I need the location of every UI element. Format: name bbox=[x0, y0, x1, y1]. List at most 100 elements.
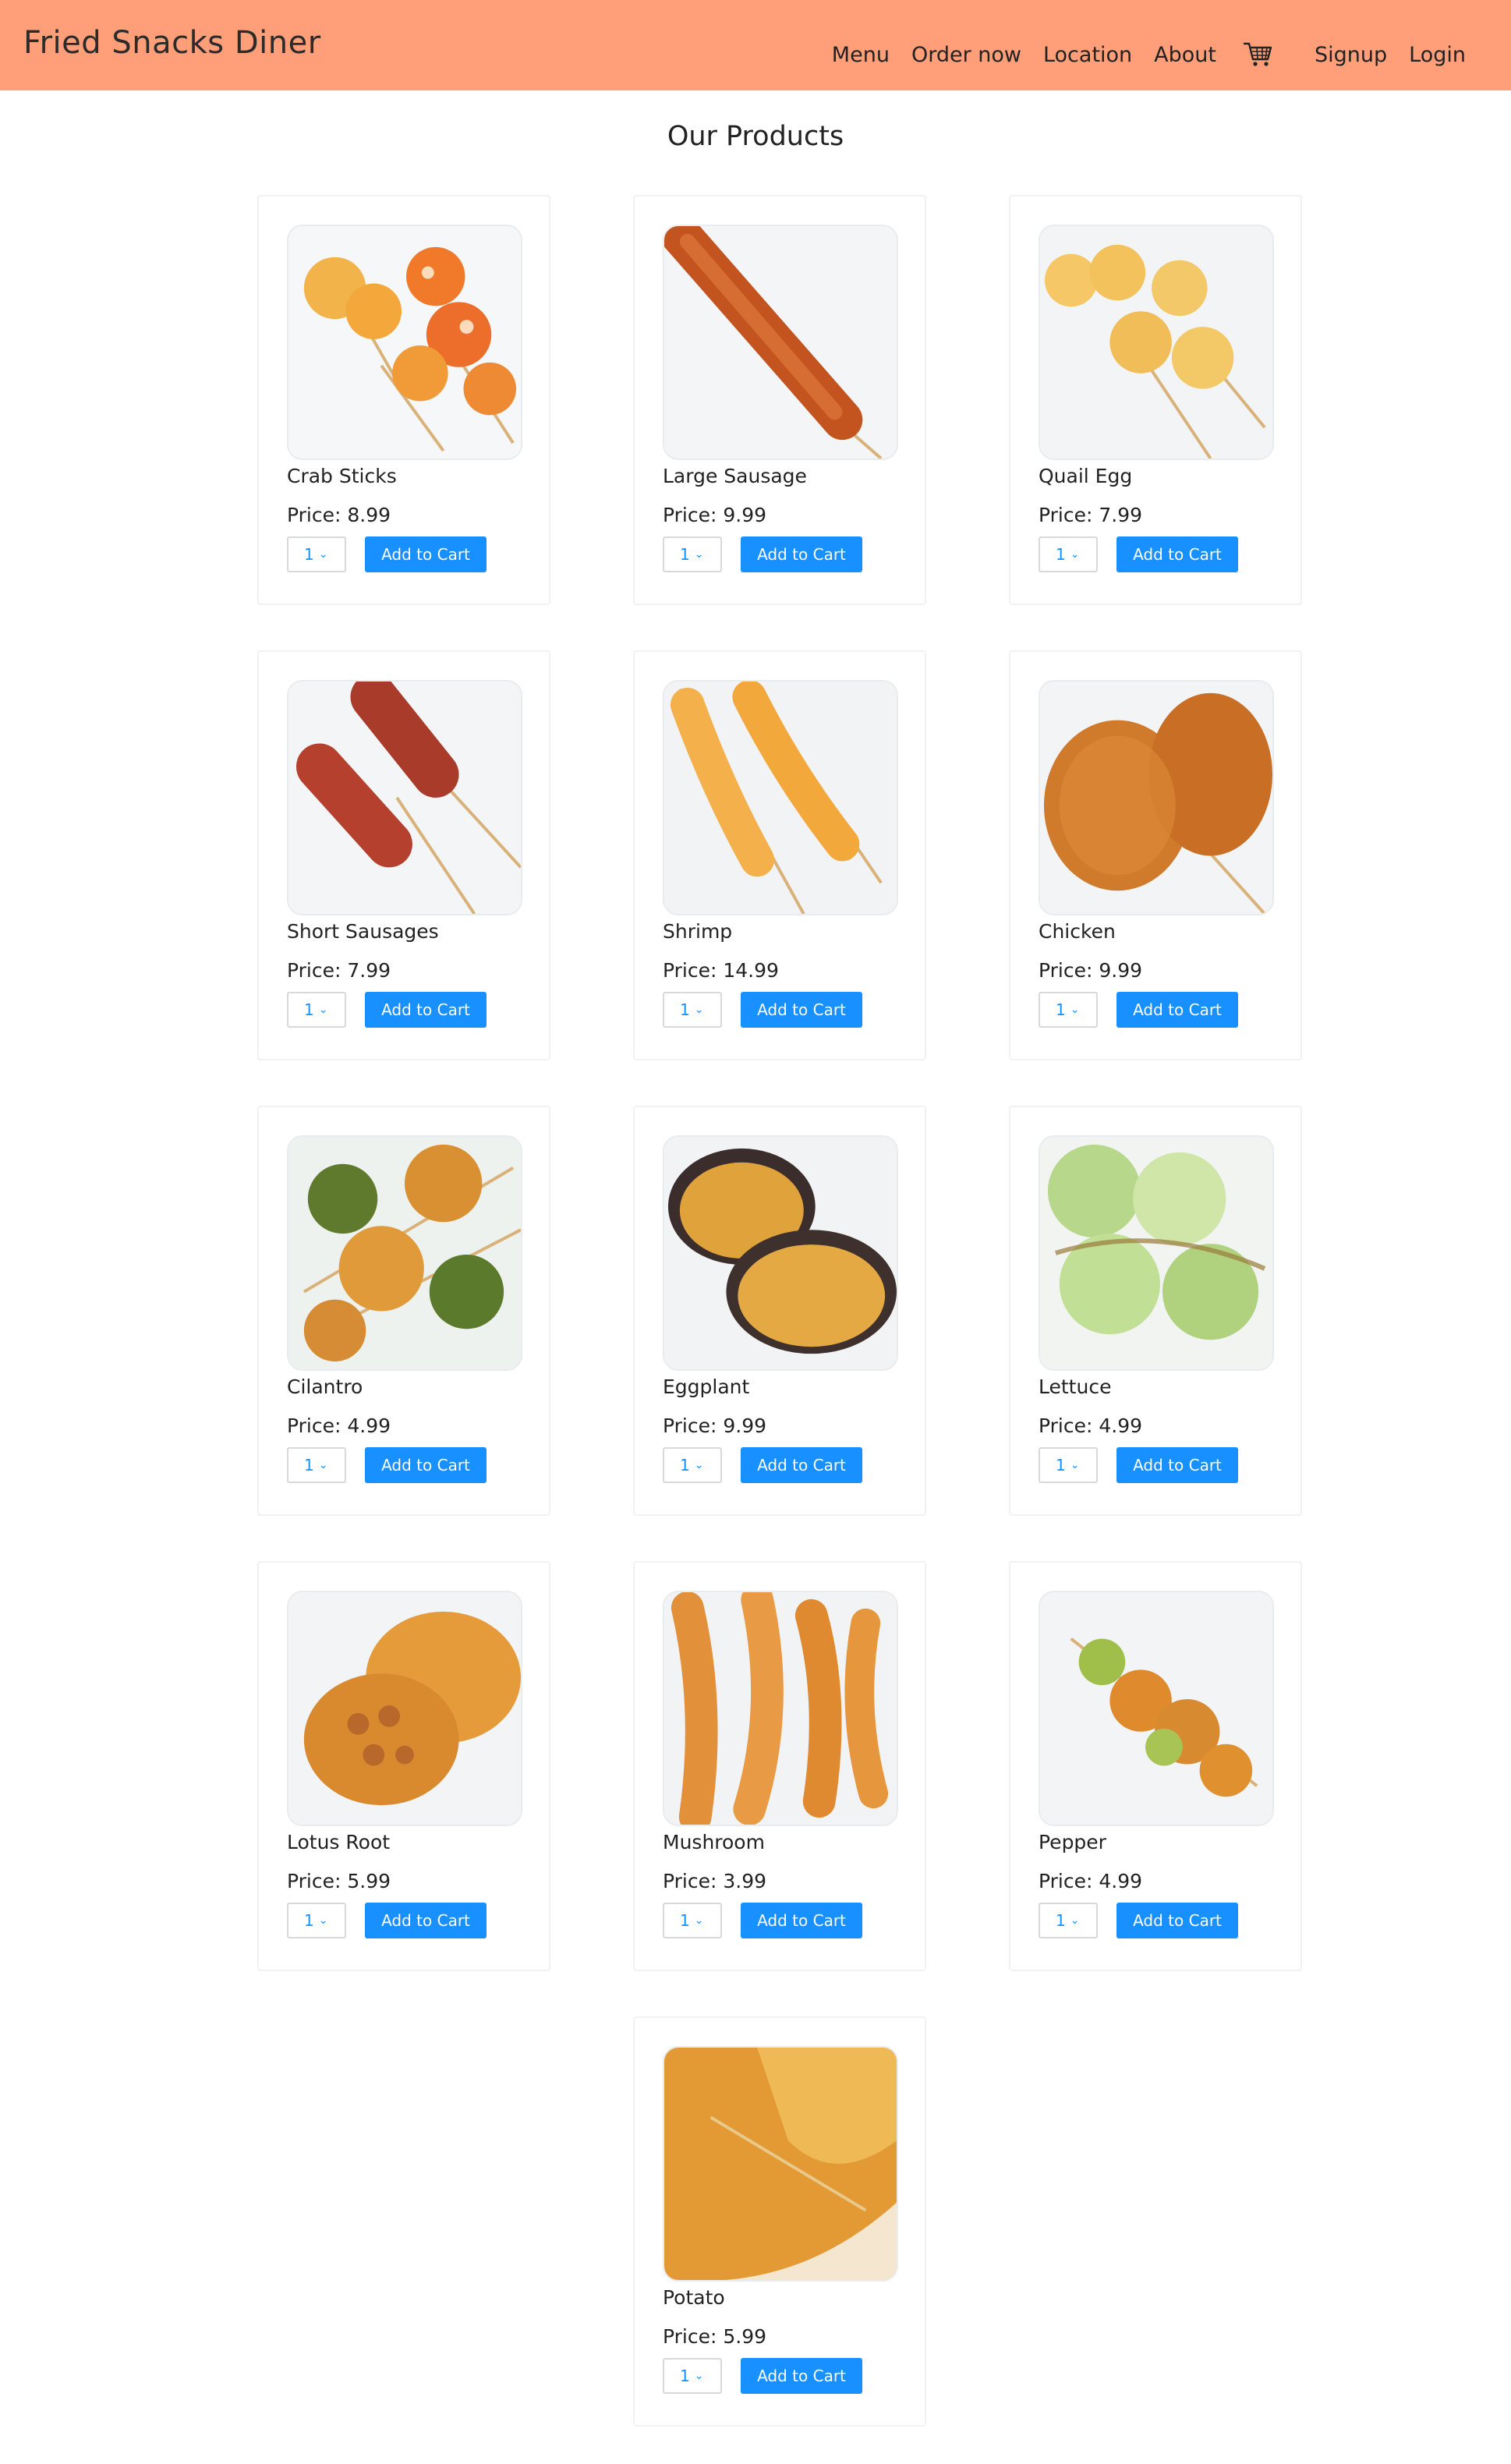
product-name: Lettuce bbox=[1039, 1375, 1112, 1398]
quantity-value: 1 bbox=[1056, 1456, 1066, 1475]
product-name: Eggplant bbox=[663, 1375, 750, 1398]
chevron-down-icon: ⌄ bbox=[318, 1004, 328, 1016]
nav-about[interactable]: About bbox=[1154, 44, 1216, 65]
quantity-select[interactable]: 1 ⌄ bbox=[1039, 1447, 1098, 1483]
quantity-select[interactable]: 1 ⌄ bbox=[663, 536, 722, 572]
quantity-select[interactable]: 1 ⌄ bbox=[287, 1447, 346, 1483]
potato-photo[interactable] bbox=[663, 2046, 898, 2282]
product-name: Quail Egg bbox=[1039, 465, 1133, 487]
quantity-select[interactable]: 1 ⌄ bbox=[663, 992, 722, 1028]
chevron-down-icon: ⌄ bbox=[694, 2370, 704, 2382]
nav-location[interactable]: Location bbox=[1043, 44, 1132, 65]
chevron-down-icon: ⌄ bbox=[318, 1459, 328, 1471]
quantity-value: 1 bbox=[1056, 1000, 1066, 1019]
chevron-down-icon: ⌄ bbox=[694, 1914, 704, 1927]
quantity-select[interactable]: 1 ⌄ bbox=[287, 536, 346, 572]
quantity-select[interactable]: 1 ⌄ bbox=[1039, 992, 1098, 1028]
product-price: Price: 8.99 bbox=[287, 504, 391, 526]
product-price: Price: 9.99 bbox=[663, 1414, 767, 1437]
chevron-down-icon: ⌄ bbox=[694, 1459, 704, 1471]
quantity-value: 1 bbox=[680, 545, 690, 564]
quantity-select[interactable]: 1 ⌄ bbox=[287, 992, 346, 1028]
product-price: Price: 14.99 bbox=[663, 959, 779, 982]
quantity-select[interactable]: 1 ⌄ bbox=[663, 1903, 722, 1938]
product-price: Price: 4.99 bbox=[287, 1414, 391, 1437]
chicken-photo[interactable] bbox=[1039, 680, 1274, 915]
page-title: Our Products bbox=[667, 121, 844, 152]
pepper-photo[interactable] bbox=[1039, 1591, 1274, 1826]
product-price: Price: 3.99 bbox=[663, 1870, 767, 1892]
chevron-down-icon: ⌄ bbox=[1070, 1914, 1080, 1927]
large-sausage-photo[interactable] bbox=[663, 225, 898, 460]
product-name: Lotus Root bbox=[287, 1831, 391, 1853]
quantity-value: 1 bbox=[1056, 545, 1066, 564]
shrimp-photo[interactable] bbox=[663, 680, 898, 915]
quantity-value: 1 bbox=[304, 1911, 314, 1930]
product-grid: Crab Sticks Price: 8.99 1 ⌄ Add to Cart … bbox=[257, 195, 1302, 2427]
product-card: Large Sausage Price: 9.99 1 ⌄ Add to Car… bbox=[633, 195, 926, 605]
quantity-select[interactable]: 1 ⌄ bbox=[663, 1447, 722, 1483]
product-card: Chicken Price: 9.99 1 ⌄ Add to Cart bbox=[1009, 650, 1302, 1060]
product-name: Potato bbox=[663, 2286, 725, 2309]
crab-sticks-photo[interactable] bbox=[287, 225, 522, 460]
mushroom-photo[interactable] bbox=[663, 1591, 898, 1826]
brand-title[interactable]: Fried Snacks Diner bbox=[23, 27, 321, 58]
short-sausages-photo[interactable] bbox=[287, 680, 522, 915]
quantity-select[interactable]: 1 ⌄ bbox=[1039, 536, 1098, 572]
add-to-cart-button[interactable]: Add to Cart bbox=[1116, 992, 1238, 1028]
chevron-down-icon: ⌄ bbox=[318, 548, 328, 561]
main-nav: Menu Order now Location About Signup Log… bbox=[832, 41, 1466, 69]
add-to-cart-button[interactable]: Add to Cart bbox=[365, 1447, 487, 1483]
chevron-down-icon: ⌄ bbox=[318, 1914, 328, 1927]
add-to-cart-button[interactable]: Add to Cart bbox=[741, 2358, 862, 2394]
add-to-cart-button[interactable]: Add to Cart bbox=[1116, 1447, 1238, 1483]
chevron-down-icon: ⌄ bbox=[1070, 1459, 1080, 1471]
add-to-cart-button[interactable]: Add to Cart bbox=[741, 536, 862, 572]
quail-egg-photo[interactable] bbox=[1039, 225, 1274, 460]
add-to-cart-button[interactable]: Add to Cart bbox=[741, 992, 862, 1028]
product-name: Crab Sticks bbox=[287, 465, 397, 487]
product-card: Cilantro Price: 4.99 1 ⌄ Add to Cart bbox=[257, 1106, 550, 1516]
shopping-cart-icon[interactable] bbox=[1243, 41, 1274, 69]
quantity-select[interactable]: 1 ⌄ bbox=[1039, 1903, 1098, 1938]
product-card: Eggplant Price: 9.99 1 ⌄ Add to Cart bbox=[633, 1106, 926, 1516]
product-name: Large Sausage bbox=[663, 465, 807, 487]
product-card: Crab Sticks Price: 8.99 1 ⌄ Add to Cart bbox=[257, 195, 550, 605]
product-card: Lotus Root Price: 5.99 1 ⌄ Add to Cart bbox=[257, 1561, 550, 1971]
add-to-cart-button[interactable]: Add to Cart bbox=[365, 992, 487, 1028]
product-card: Shrimp Price: 14.99 1 ⌄ Add to Cart bbox=[633, 650, 926, 1060]
product-card: Quail Egg Price: 7.99 1 ⌄ Add to Cart bbox=[1009, 195, 1302, 605]
quantity-value: 1 bbox=[304, 545, 314, 564]
nav-order-now[interactable]: Order now bbox=[911, 44, 1021, 65]
product-name: Mushroom bbox=[663, 1831, 765, 1853]
add-to-cart-button[interactable]: Add to Cart bbox=[741, 1903, 862, 1938]
cilantro-photo[interactable] bbox=[287, 1135, 522, 1371]
product-price: Price: 4.99 bbox=[1039, 1414, 1143, 1437]
chevron-down-icon: ⌄ bbox=[1070, 548, 1080, 561]
quantity-value: 1 bbox=[680, 1456, 690, 1475]
product-name: Pepper bbox=[1039, 1831, 1106, 1853]
nav-signup[interactable]: Signup bbox=[1315, 44, 1387, 65]
add-to-cart-button[interactable]: Add to Cart bbox=[1116, 536, 1238, 572]
nav-login[interactable]: Login bbox=[1409, 44, 1466, 65]
product-price: Price: 7.99 bbox=[287, 959, 391, 982]
chevron-down-icon: ⌄ bbox=[1070, 1004, 1080, 1016]
quantity-value: 1 bbox=[680, 2367, 690, 2385]
chevron-down-icon: ⌄ bbox=[694, 1004, 704, 1016]
add-to-cart-button[interactable]: Add to Cart bbox=[365, 1903, 487, 1938]
eggplant-photo[interactable] bbox=[663, 1135, 898, 1371]
add-to-cart-button[interactable]: Add to Cart bbox=[741, 1447, 862, 1483]
add-to-cart-button[interactable]: Add to Cart bbox=[1116, 1903, 1238, 1938]
product-name: Chicken bbox=[1039, 920, 1116, 943]
quantity-value: 1 bbox=[304, 1000, 314, 1019]
quantity-select[interactable]: 1 ⌄ bbox=[663, 2358, 722, 2394]
nav-menu[interactable]: Menu bbox=[832, 44, 890, 65]
lotus-root-photo[interactable] bbox=[287, 1591, 522, 1826]
product-price: Price: 7.99 bbox=[1039, 504, 1143, 526]
lettuce-photo[interactable] bbox=[1039, 1135, 1274, 1371]
add-to-cart-button[interactable]: Add to Cart bbox=[365, 536, 487, 572]
product-card: Potato Price: 5.99 1 ⌄ Add to Cart bbox=[633, 2016, 926, 2427]
quantity-select[interactable]: 1 ⌄ bbox=[287, 1903, 346, 1938]
product-name: Cilantro bbox=[287, 1375, 363, 1398]
product-card: Mushroom Price: 3.99 1 ⌄ Add to Cart bbox=[633, 1561, 926, 1971]
